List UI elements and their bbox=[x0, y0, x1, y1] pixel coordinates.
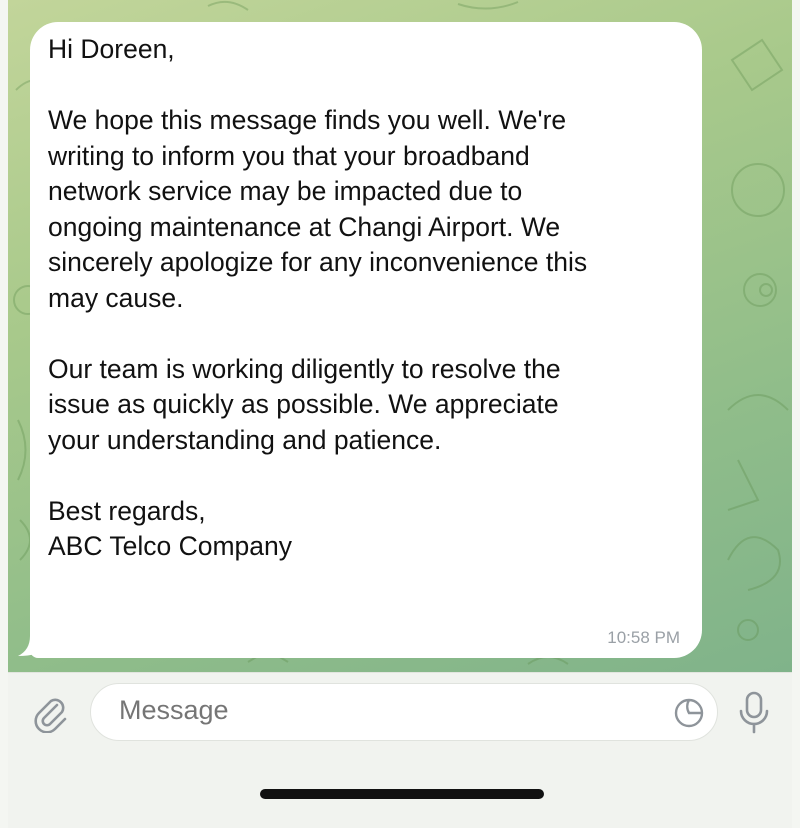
message-line: may cause. bbox=[48, 282, 184, 313]
message-line: ABC Telco Company bbox=[48, 531, 293, 561]
message-body: Hi Doreen, We hope this message finds yo… bbox=[48, 32, 678, 565]
message-paragraph: Our team is working diligently to resolv… bbox=[48, 352, 678, 459]
message-line: sincerely apologize for any inconvenienc… bbox=[48, 247, 588, 277]
message-input[interactable] bbox=[119, 695, 639, 726]
message-line: your understanding and patience. bbox=[48, 424, 442, 455]
microphone-icon[interactable] bbox=[734, 689, 774, 735]
message-bubble[interactable]: Hi Doreen, We hope this message finds yo… bbox=[30, 22, 702, 658]
message-line: ongoing maintenance at Changi Airport. W… bbox=[48, 211, 561, 242]
message-signature: Best regards, ABC Telco Company bbox=[48, 494, 678, 565]
paperclip-icon[interactable] bbox=[30, 693, 70, 733]
message-line: issue as quickly as possible. We appreci… bbox=[48, 389, 559, 419]
message-greeting: Hi Doreen, bbox=[48, 32, 678, 68]
composer-bar bbox=[8, 672, 792, 828]
message-paragraph: We hope this message finds you well. We'… bbox=[48, 103, 678, 316]
message-line: We hope this message finds you well. We'… bbox=[48, 105, 567, 135]
message-line: writing to inform you that your broadban… bbox=[48, 140, 530, 171]
message-line: Best regards, bbox=[48, 495, 206, 526]
sticker-icon[interactable] bbox=[673, 697, 705, 729]
chat-screen: Hi Doreen, We hope this message finds yo… bbox=[0, 0, 800, 828]
message-timestamp: 10:58 PM bbox=[607, 628, 680, 647]
message-input-field[interactable] bbox=[90, 683, 718, 741]
home-indicator[interactable] bbox=[260, 789, 544, 799]
message-line: network service may be impacted due to bbox=[48, 176, 523, 206]
message-line: Our team is working diligently to resolv… bbox=[48, 353, 561, 384]
message-line: Hi Doreen, bbox=[48, 34, 175, 64]
